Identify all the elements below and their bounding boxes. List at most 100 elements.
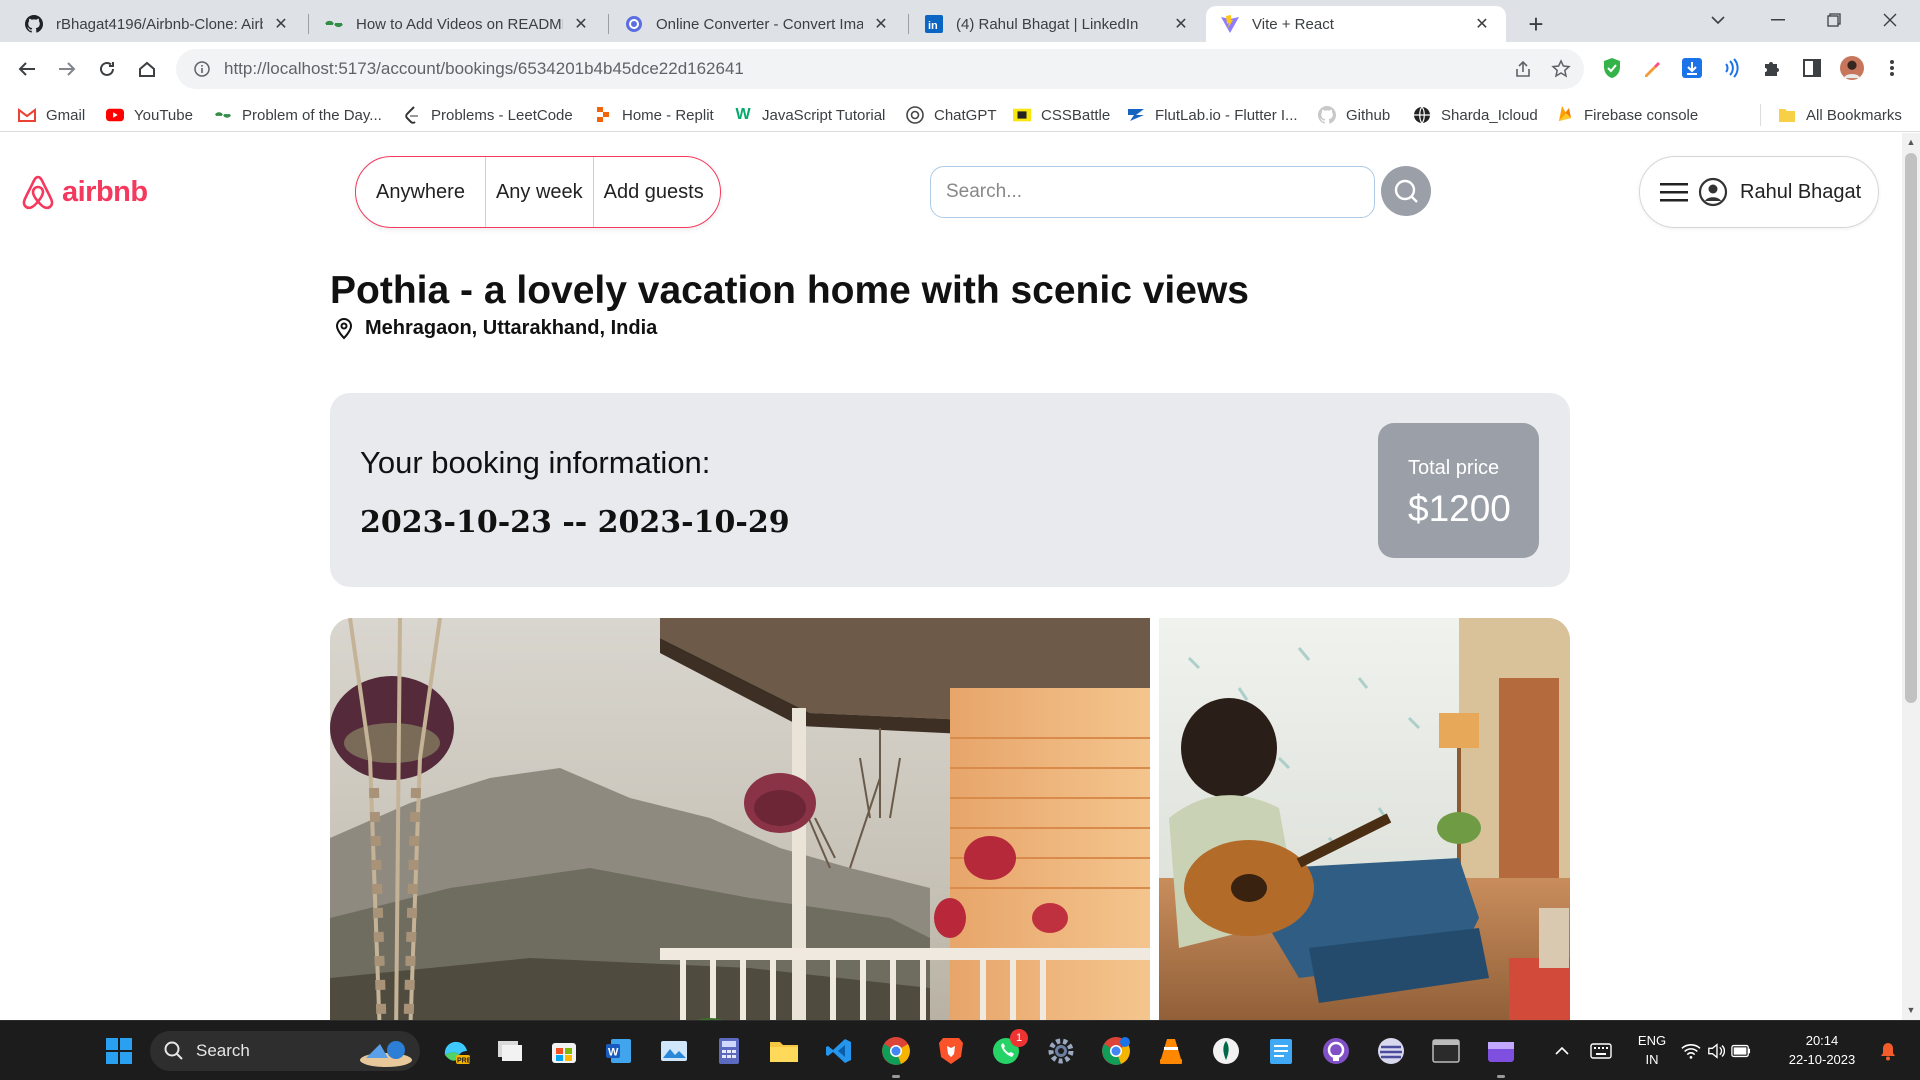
share-icon[interactable] [1510, 56, 1536, 82]
tab-gfg[interactable]: How to Add Videos on README ✕ [310, 6, 605, 42]
logo-text: airbnb [62, 175, 148, 208]
onenote-icon[interactable] [1375, 1035, 1407, 1067]
taskbar-search-box[interactable]: Search [150, 1031, 420, 1071]
chatgpt-icon [906, 106, 924, 124]
clipchamp-icon[interactable] [1485, 1035, 1517, 1067]
word-icon[interactable]: W [603, 1035, 635, 1067]
vscode-icon[interactable] [823, 1035, 855, 1067]
search-button[interactable] [1381, 166, 1431, 216]
close-window-button[interactable] [1862, 0, 1918, 40]
bookmark-flutlab[interactable]: FlutLab.io - Flutter I... [1127, 103, 1298, 127]
calculator-icon[interactable] [713, 1035, 745, 1067]
task-view-icon[interactable] [494, 1035, 526, 1067]
close-icon[interactable]: ✕ [271, 14, 291, 34]
chrome-profile-icon[interactable] [1100, 1035, 1132, 1067]
bookmark-gmail[interactable]: Gmail [18, 103, 85, 127]
forward-button[interactable] [50, 52, 84, 86]
folder-icon [1778, 106, 1796, 124]
browser-tab-strip: rBhagat4196/Airbnb-Clone: Airbnb ✕ How t… [0, 0, 1920, 42]
tab-github[interactable]: rBhagat4196/Airbnb-Clone: Airbnb ✕ [10, 6, 305, 42]
keyboard-icon[interactable] [1585, 1035, 1617, 1067]
reload-button[interactable] [90, 52, 124, 86]
notepad-icon[interactable] [1265, 1035, 1297, 1067]
system-tray-status[interactable] [1681, 1035, 1751, 1067]
airbnb-logo[interactable]: airbnb [20, 173, 148, 211]
svg-text:W: W [608, 1047, 619, 1059]
tab-vite-react[interactable]: Vite + React ✕ [1206, 6, 1506, 42]
bookmark-chatgpt[interactable]: ChatGPT [906, 103, 997, 127]
place-address-link[interactable]: Mehragaon, Uttarakhand, India [335, 317, 657, 340]
url-text: http://localhost:5173/account/bookings/6… [224, 59, 744, 78]
close-icon[interactable]: ✕ [1171, 14, 1191, 34]
scroll-up-arrow-icon[interactable]: ▲ [1906, 137, 1916, 147]
address-bar[interactable]: http://localhost:5173/account/bookings/6… [176, 49, 1584, 89]
bookmark-sharda-icloud[interactable]: Sharda_Icloud [1413, 103, 1538, 127]
download-extension-icon[interactable] [1680, 56, 1704, 80]
terminal-icon[interactable] [1430, 1035, 1462, 1067]
add-guests-button[interactable]: Add guests [592, 157, 714, 227]
search-input[interactable] [930, 166, 1375, 218]
close-icon[interactable]: ✕ [871, 14, 891, 34]
edge-dev-icon[interactable]: PRE [440, 1035, 472, 1067]
profile-avatar-icon[interactable] [1840, 56, 1864, 80]
tab-search-icon[interactable] [1690, 0, 1746, 40]
place-title: Pothia - a lovely vacation home with sce… [330, 269, 1249, 312]
leetcode-icon [403, 106, 421, 124]
all-bookmarks-button[interactable]: All Bookmarks [1778, 103, 1902, 127]
close-icon[interactable]: ✕ [1472, 14, 1492, 34]
github-desktop-icon[interactable] [1320, 1035, 1352, 1067]
firebase-icon [1556, 106, 1574, 124]
tab-title: (4) Rahul Bhagat | LinkedIn [956, 15, 1139, 33]
site-info-icon[interactable] [192, 59, 212, 79]
close-icon[interactable]: ✕ [571, 14, 591, 34]
photos-app-icon[interactable] [658, 1035, 690, 1067]
clock[interactable]: 20:14 22-10-2023 [1776, 1031, 1868, 1069]
adblock-extension-icon[interactable] [1600, 56, 1624, 80]
bookmark-star-icon[interactable] [1548, 56, 1574, 82]
home-button[interactable] [130, 52, 164, 86]
notification-bell-icon[interactable] [1872, 1035, 1904, 1067]
minimize-button[interactable] [1750, 0, 1806, 40]
user-menu-button[interactable]: Rahul Bhagat [1639, 156, 1879, 228]
tab-converter[interactable]: Online Converter - Convert Images ✕ [610, 6, 905, 42]
photo-porch-mountain-view[interactable] [330, 618, 1150, 1020]
windows-start-icon[interactable] [103, 1035, 135, 1067]
vlc-icon[interactable] [1155, 1035, 1187, 1067]
microsoft-store-icon[interactable] [548, 1035, 580, 1067]
bookmark-w3schools[interactable]: W JavaScript Tutorial [734, 103, 885, 127]
chrome-icon[interactable] [880, 1035, 912, 1067]
page-scrollbar[interactable]: ▲ ▼ [1902, 133, 1920, 1020]
bookmark-youtube[interactable]: YouTube [106, 103, 193, 127]
settings-gear-icon[interactable] [1045, 1035, 1077, 1067]
colorpicker-extension-icon[interactable] [1640, 56, 1664, 80]
any-week-button[interactable]: Any week [484, 157, 593, 227]
mongodb-compass-icon[interactable] [1210, 1035, 1242, 1067]
extensions-puzzle-icon[interactable] [1760, 56, 1784, 80]
photo-guitar-living-room[interactable] [1159, 618, 1570, 1020]
replit-icon [594, 106, 612, 124]
bookmark-replit[interactable]: Home - Replit [594, 103, 714, 127]
scroll-thumb[interactable] [1905, 153, 1917, 703]
anywhere-button[interactable]: Anywhere [356, 157, 485, 227]
side-panel-icon[interactable] [1800, 56, 1824, 80]
bookmark-leetcode[interactable]: Problems - LeetCode [403, 103, 573, 127]
chevron-up-icon[interactable] [1546, 1035, 1578, 1067]
airbnb-logo-icon [22, 175, 54, 210]
tab-linkedin[interactable]: in (4) Rahul Bhagat | LinkedIn ✕ [910, 6, 1205, 42]
file-explorer-icon[interactable] [768, 1035, 800, 1067]
bookmark-gfg[interactable]: Problem of the Day... [214, 103, 382, 127]
restore-button[interactable] [1806, 0, 1862, 40]
scroll-down-arrow-icon[interactable]: ▼ [1906, 1005, 1916, 1015]
back-button[interactable] [10, 52, 44, 86]
page-content: airbnb Anywhere Any week Add guests Rahu… [0, 133, 1902, 1020]
read-aloud-extension-icon[interactable] [1720, 56, 1744, 80]
bookmark-cssbattle[interactable]: CSSBattle [1013, 103, 1110, 127]
bookmark-github[interactable]: Github [1318, 103, 1390, 127]
brave-icon[interactable] [935, 1035, 967, 1067]
new-tab-button[interactable]: + [1520, 8, 1552, 40]
input-language-indicator[interactable]: ENG IN [1632, 1031, 1672, 1069]
chrome-menu-icon[interactable] [1880, 56, 1904, 80]
cssbattle-icon [1013, 106, 1031, 124]
bookmark-firebase[interactable]: Firebase console [1556, 103, 1698, 127]
search-filter-pill[interactable]: Anywhere Any week Add guests [355, 156, 721, 228]
